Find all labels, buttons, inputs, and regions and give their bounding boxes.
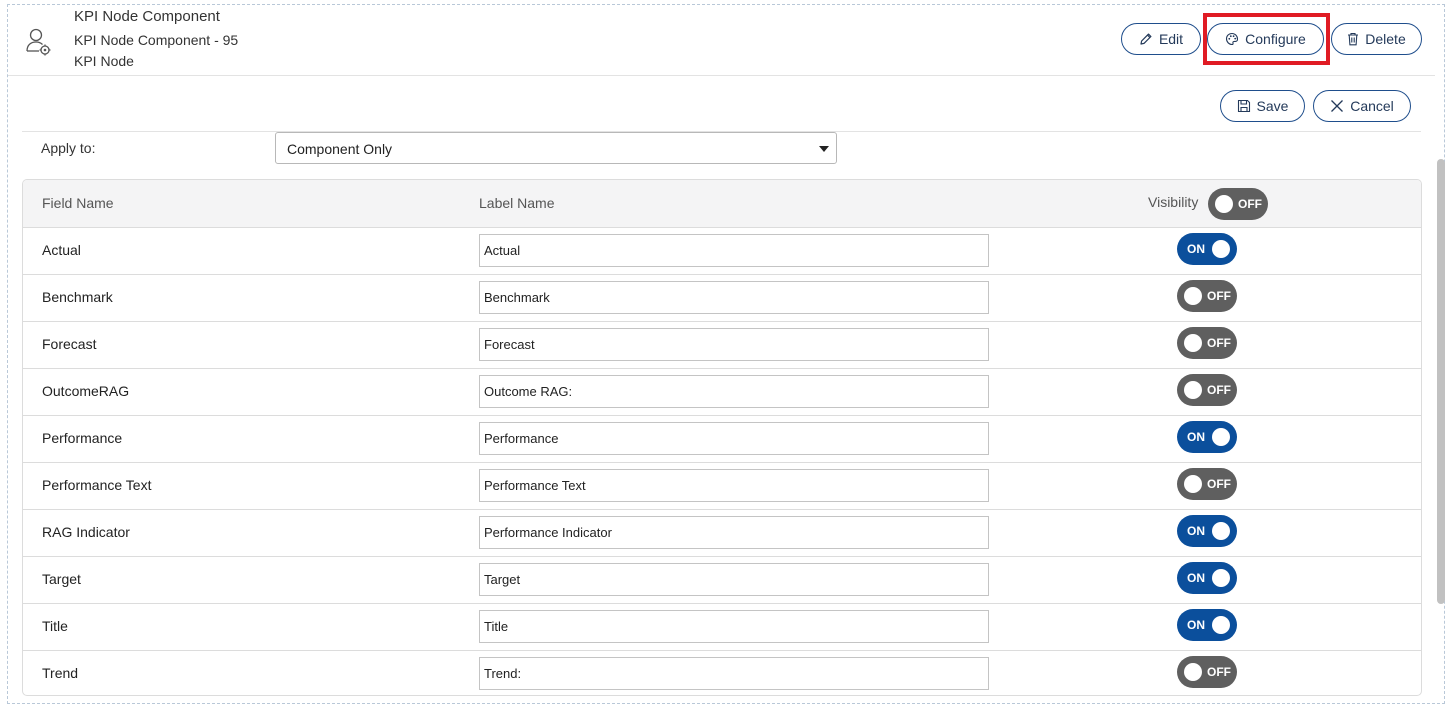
visibility-toggle[interactable]: OFF: [1177, 468, 1237, 500]
column-header-field-name: Field Name: [42, 195, 114, 211]
table-row: OutcomeRAG OFF: [23, 369, 1421, 416]
toggle-state-label: ON: [1187, 524, 1205, 538]
column-header-label-name: Label Name: [479, 195, 555, 211]
edit-button-label: Edit: [1158, 31, 1184, 47]
visibility-master-toggle[interactable]: OFF: [1208, 188, 1268, 220]
toggle-state-label: ON: [1187, 618, 1205, 632]
configure-highlight-box: [1203, 13, 1330, 65]
label-name-input[interactable]: [479, 516, 989, 549]
label-name-input[interactable]: [479, 234, 989, 267]
column-header-visibility: Visibility: [1148, 194, 1199, 210]
cancel-button[interactable]: Cancel: [1313, 90, 1411, 122]
trash-icon: [1348, 32, 1359, 46]
label-name-input[interactable]: [479, 281, 989, 314]
toggle-state-label: OFF: [1207, 336, 1231, 350]
label-name-input[interactable]: [479, 328, 989, 361]
delete-button[interactable]: Delete: [1331, 23, 1422, 55]
toggle-knob: [1212, 616, 1230, 634]
user-gear-icon: [26, 28, 51, 56]
toggle-state-label: OFF: [1207, 289, 1231, 303]
field-name-cell: Performance Text: [42, 477, 152, 493]
field-name-cell: Performance: [42, 430, 123, 446]
visibility-toggle[interactable]: ON: [1177, 233, 1237, 265]
toggle-state-label: OFF: [1207, 665, 1231, 679]
field-name-cell: Trend: [42, 665, 79, 681]
table-row: Actual ON: [23, 228, 1421, 275]
component-subtitle: KPI Node Component - 95: [74, 32, 239, 48]
toggle-knob: [1212, 522, 1230, 540]
label-name-input[interactable]: [479, 375, 989, 408]
visibility-toggle[interactable]: OFF: [1177, 280, 1237, 312]
table-row: RAG Indicator ON: [23, 510, 1421, 557]
table-header: Field Name Label Name Visibility OFF: [23, 180, 1421, 228]
field-name-cell: Target: [42, 571, 81, 587]
visibility-toggle[interactable]: ON: [1177, 562, 1237, 594]
toggle-knob: [1212, 569, 1230, 587]
apply-to-label: Apply to:: [41, 140, 96, 156]
field-name-cell: Benchmark: [42, 289, 113, 305]
delete-button-label: Delete: [1365, 31, 1406, 47]
label-name-input[interactable]: [479, 610, 989, 643]
toggle-knob: [1215, 195, 1233, 213]
save-button[interactable]: Save: [1220, 90, 1305, 122]
close-icon: [1331, 100, 1344, 112]
toggle-state-label: ON: [1187, 571, 1205, 585]
visibility-toggle[interactable]: ON: [1177, 609, 1237, 641]
field-name-cell: Actual: [42, 242, 81, 258]
component-title: KPI Node Component: [74, 8, 220, 25]
table-row: Performance ON: [23, 416, 1421, 463]
label-name-input[interactable]: [479, 422, 989, 455]
chevron-down-icon: [819, 146, 829, 152]
vertical-scrollbar[interactable]: [1437, 159, 1445, 604]
toggle-state-label: OFF: [1207, 383, 1231, 397]
toggle-knob: [1184, 287, 1202, 305]
visibility-toggle[interactable]: OFF: [1177, 374, 1237, 406]
edit-button[interactable]: Edit: [1121, 23, 1201, 55]
visibility-toggle[interactable]: OFF: [1177, 327, 1237, 359]
toggle-knob: [1184, 334, 1202, 352]
toggle-knob: [1184, 475, 1202, 493]
visibility-toggle[interactable]: ON: [1177, 515, 1237, 547]
field-name-cell: Forecast: [42, 336, 97, 352]
visibility-toggle[interactable]: ON: [1177, 421, 1237, 453]
visibility-toggle[interactable]: OFF: [1177, 656, 1237, 688]
cancel-button-label: Cancel: [1350, 98, 1394, 114]
toggle-state-label: OFF: [1238, 197, 1262, 211]
fields-table: Field Name Label Name Visibility OFF Act…: [22, 179, 1422, 696]
label-name-input[interactable]: [479, 563, 989, 596]
toggle-state-label: ON: [1187, 242, 1205, 256]
floppy-disk-icon: [1237, 99, 1250, 113]
table-row: Forecast OFF: [23, 322, 1421, 369]
table-row: Performance Text OFF: [23, 463, 1421, 510]
label-name-input[interactable]: [479, 469, 989, 502]
table-row: Benchmark OFF: [23, 275, 1421, 322]
table-row: Title ON: [23, 604, 1421, 651]
toggle-state-label: OFF: [1207, 477, 1231, 491]
field-name-cell: RAG Indicator: [42, 524, 130, 540]
toggle-knob: [1212, 428, 1230, 446]
toggle-knob: [1184, 663, 1202, 681]
label-name-input[interactable]: [479, 657, 989, 690]
field-name-cell: OutcomeRAG: [42, 383, 130, 399]
table-row: Trend OFF: [23, 651, 1421, 695]
pencil-icon: [1140, 33, 1152, 45]
apply-to-select[interactable]: Component Only: [275, 132, 837, 164]
field-name-cell: Title: [42, 618, 68, 634]
toggle-state-label: ON: [1187, 430, 1205, 444]
toggle-knob: [1212, 240, 1230, 258]
table-row: Target ON: [23, 557, 1421, 604]
toggle-knob: [1184, 381, 1202, 399]
component-type: KPI Node: [74, 53, 134, 69]
save-button-label: Save: [1256, 98, 1289, 114]
apply-to-selected-value: Component Only: [287, 141, 393, 157]
